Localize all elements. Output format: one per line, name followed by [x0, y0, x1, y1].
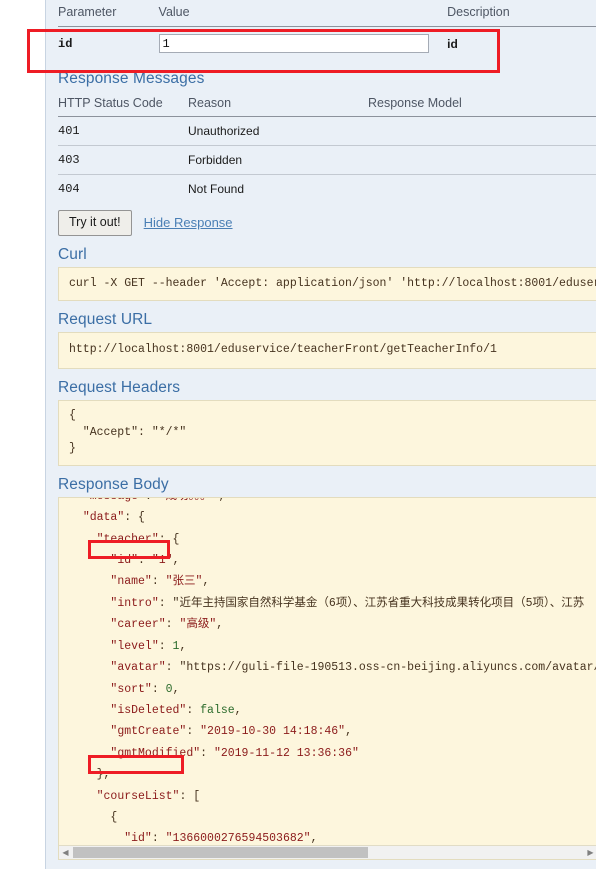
parameters-header-value: Value: [158, 0, 448, 27]
parameters-header-description: Description: [447, 0, 596, 27]
response-messages-head: HTTP Status Code Reason Response Model: [58, 91, 596, 117]
table-row: 404 Not Found: [58, 175, 596, 204]
status-reason-401: Unauthorized: [188, 116, 368, 146]
response-messages-table: HTTP Status Code Reason Response Model 4…: [58, 91, 596, 203]
swagger-operation-panel: Parameter Value Description id id: [45, 0, 596, 869]
parameters-header-row: Parameter Value Description: [58, 0, 596, 27]
parameter-description-id: id: [447, 36, 458, 51]
response-messages-header-row: HTTP Status Code Reason Response Model: [58, 91, 596, 117]
id-input[interactable]: [158, 34, 429, 53]
response-messages-title: Response Messages: [58, 70, 205, 87]
status-reason-404: Not Found: [188, 182, 245, 196]
scrollbar-thumb[interactable]: [73, 846, 368, 858]
parameter-value-cell: [158, 27, 448, 61]
response-body-horizontal-scrollbar[interactable]: ◀ ▶: [59, 844, 596, 859]
request-headers-value: { "Accept": "*/*" }: [58, 399, 596, 466]
table-row: 403 Forbidden: [58, 145, 596, 175]
status-code-401: 401: [58, 116, 188, 146]
request-url-value: http://localhost:8001/eduservice/teacher…: [58, 332, 596, 369]
response-body-json: "message": "成功。。。", "data": { "teacher":…: [82, 498, 596, 859]
table-row: 401 Unauthorized: [58, 116, 596, 146]
operation-content: Parameter Value Description id id: [46, 0, 596, 860]
scroll-left-arrow-icon[interactable]: ◀: [59, 846, 72, 859]
operation-actions: Try it out! Hide Response: [58, 210, 596, 236]
status-code-404: 404: [58, 182, 80, 196]
scroll-right-arrow-icon[interactable]: ▶: [584, 846, 596, 859]
response-body-title: Response Body: [58, 475, 169, 493]
parameters-header-parameter: Parameter: [58, 0, 159, 27]
request-url-title: Request URL: [58, 311, 153, 329]
header-reason: Reason: [188, 91, 368, 117]
request-headers-title: Request Headers: [58, 378, 181, 396]
parameters-table: Parameter Value Description id id: [58, 0, 596, 60]
status-code-403: 403: [58, 145, 188, 175]
try-it-out-button[interactable]: Try it out!: [58, 210, 132, 236]
curl-title: Curl: [58, 245, 87, 263]
status-model-403: [368, 145, 596, 175]
status-reason-403: Forbidden: [188, 145, 368, 175]
status-model-401: [368, 116, 596, 146]
header-http-status-code: HTTP Status Code: [58, 91, 188, 117]
response-messages-body: 401 Unauthorized 403 Forbidden 404 Not F…: [58, 116, 596, 204]
response-body-container[interactable]: "message": "成功。。。", "data": { "teacher":…: [58, 496, 596, 860]
header-response-model: Response Model: [368, 91, 596, 117]
hide-response-link[interactable]: Hide Response: [144, 215, 233, 230]
parameters-table-body: id id: [58, 27, 596, 61]
status-model-404: [368, 175, 596, 204]
curl-command: curl -X GET --header 'Accept: applicatio…: [58, 266, 596, 302]
table-row: id id: [58, 27, 596, 61]
parameter-name-id: id: [58, 36, 73, 51]
screenshot-root: Parameter Value Description id id: [0, 0, 596, 869]
parameters-table-head: Parameter Value Description: [58, 0, 596, 27]
